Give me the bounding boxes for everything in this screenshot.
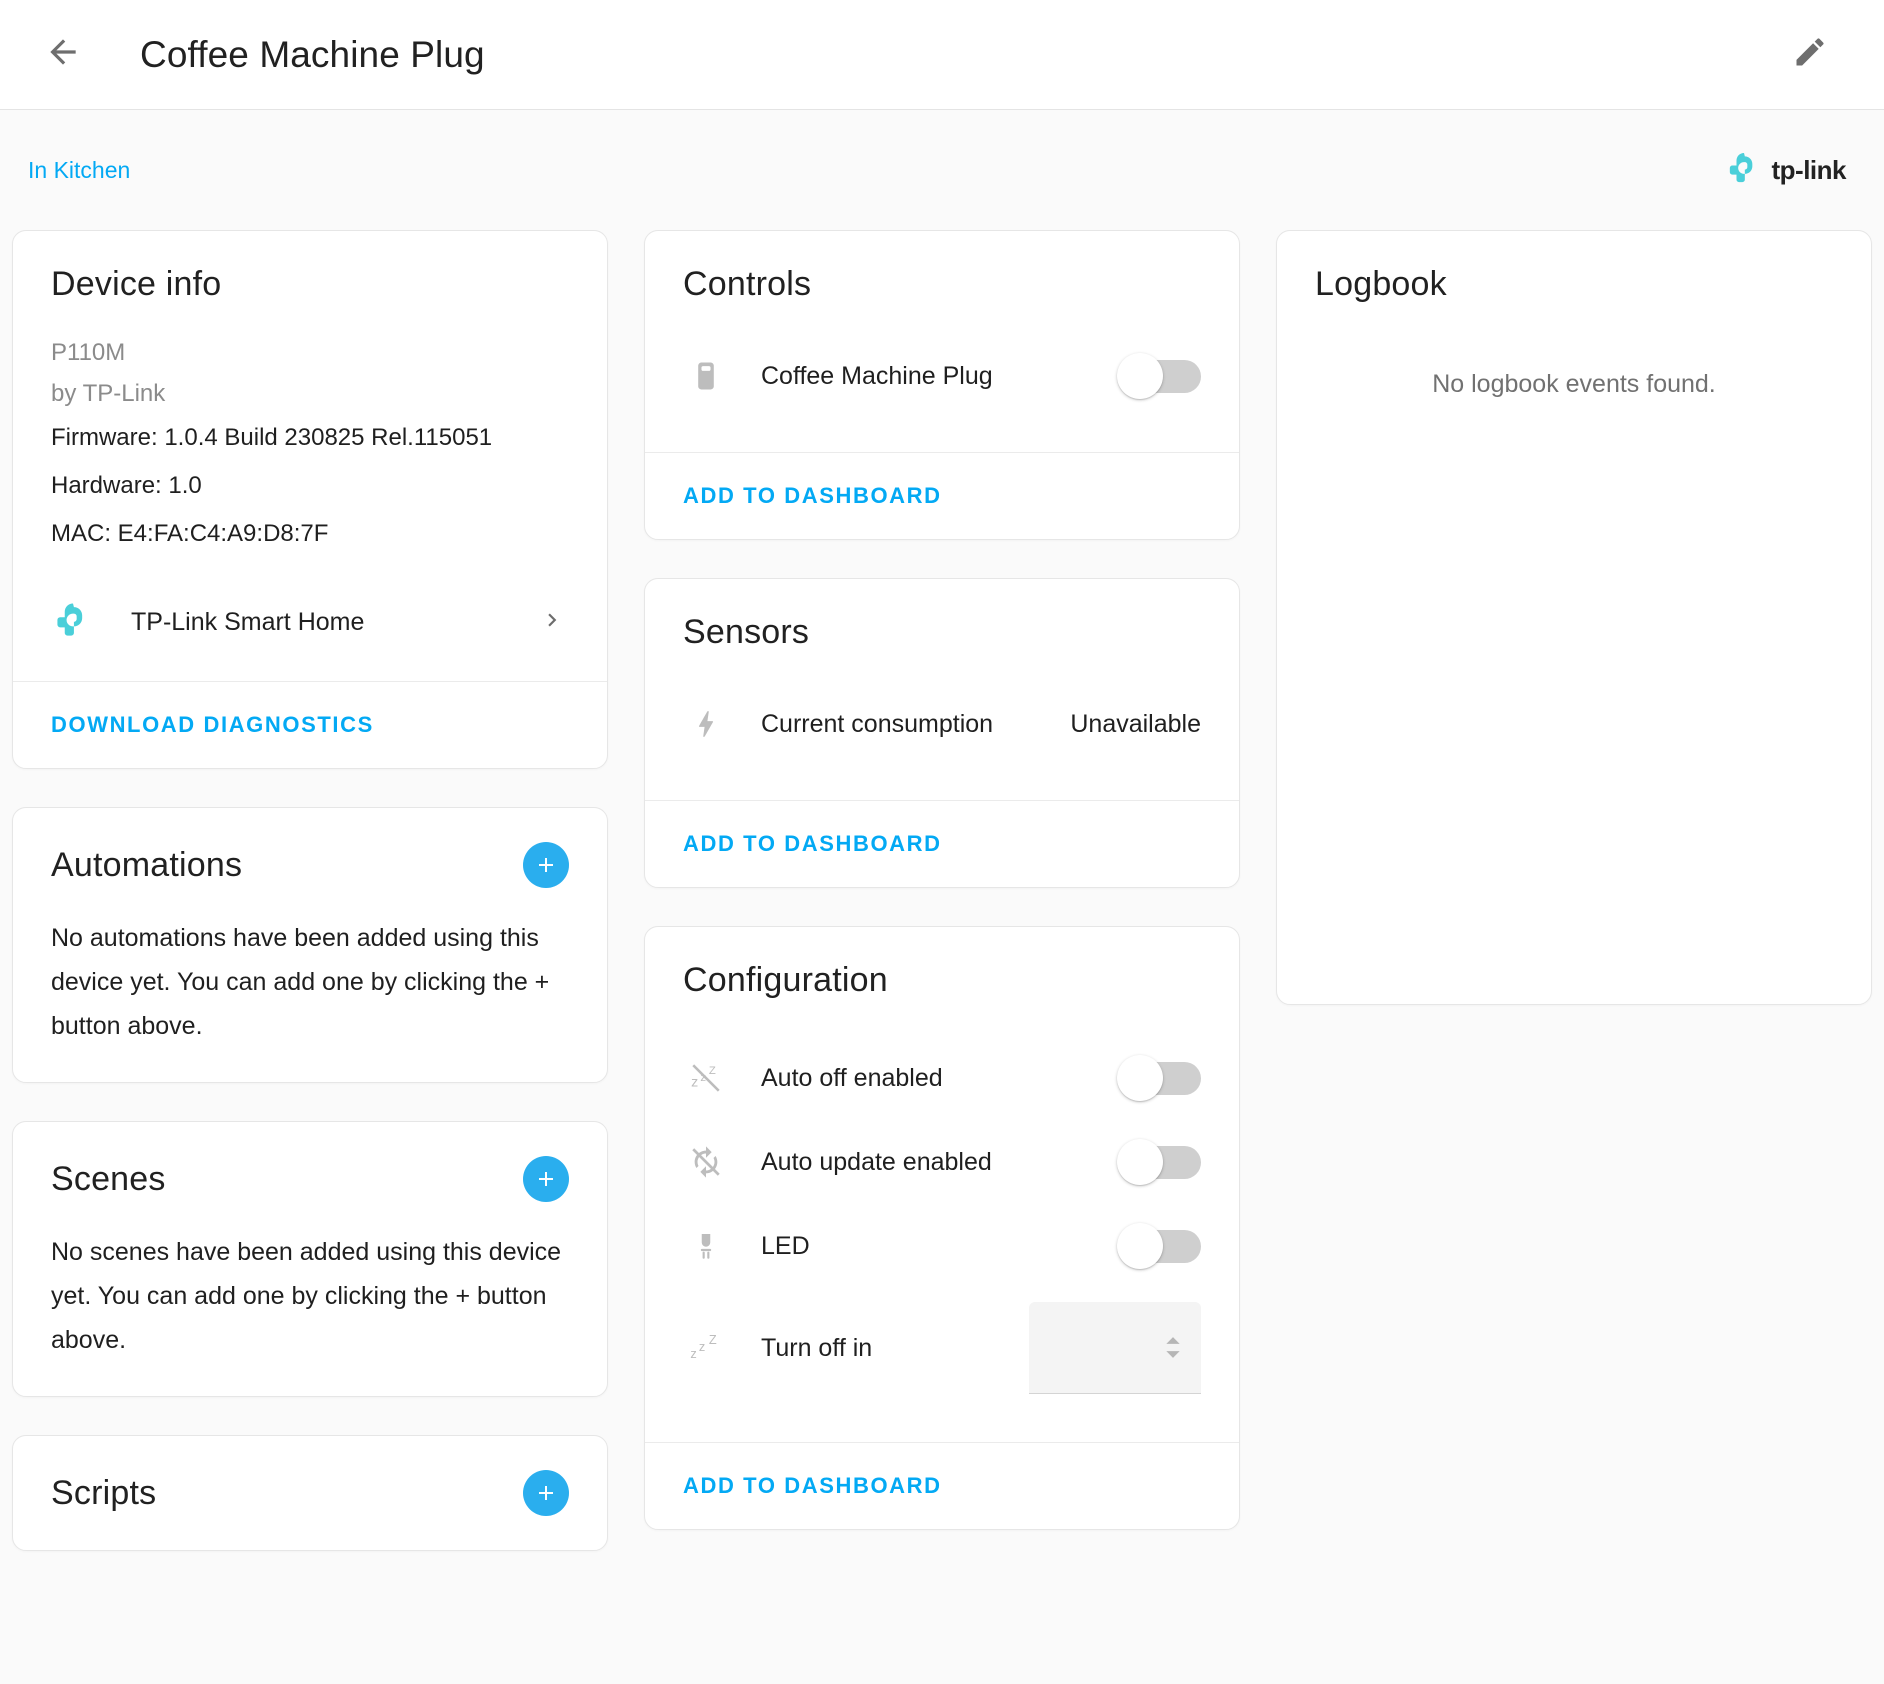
controls-title: Controls <box>683 265 1201 304</box>
sub-header: In Kitchen tp-link <box>0 110 1884 230</box>
device-mac: MAC: E4:FA:C4:A9:D8:7F <box>51 510 569 558</box>
sensors-title: Sensors <box>683 613 1201 652</box>
column-right: Logbook No logbook events found. <box>1276 230 1872 1005</box>
entity-row[interactable]: Current consumption Unavailable <box>683 682 1201 766</box>
turn-off-in-input[interactable] <box>1029 1302 1201 1394</box>
switch-toggle[interactable] <box>1117 1223 1201 1269</box>
manufacturer-logo: tp-link <box>1724 148 1857 193</box>
svg-text:z: z <box>690 1346 696 1361</box>
switch-toggle[interactable] <box>1117 1139 1201 1185</box>
page-title: Coffee Machine Plug <box>140 34 485 76</box>
entity-name: Current consumption <box>761 710 1052 739</box>
add-automation-button[interactable] <box>523 842 569 888</box>
chevron-right-icon <box>539 607 565 639</box>
scripts-card: Scripts <box>12 1435 608 1551</box>
tp-link-logo-icon <box>51 598 95 647</box>
logbook-card: Logbook No logbook events found. <box>1276 230 1872 1005</box>
spinner-updown-icon[interactable] <box>1163 1335 1183 1360</box>
configuration-card: Configuration z z Z Auto off enable <box>644 926 1240 1530</box>
scripts-title: Scripts <box>51 1474 156 1513</box>
scenes-empty-text: No scenes have been added using this dev… <box>51 1230 569 1362</box>
entity-name: Coffee Machine Plug <box>761 362 1097 391</box>
pencil-icon <box>1792 34 1828 75</box>
integration-link[interactable]: TP-Link Smart Home <box>51 598 569 647</box>
add-configuration-to-dashboard-button[interactable]: ADD TO DASHBOARD <box>683 1473 942 1499</box>
configuration-actions: ADD TO DASHBOARD <box>645 1442 1239 1529</box>
automations-empty-text: No automations have been added using thi… <box>51 916 569 1048</box>
toggle-knob <box>1117 353 1163 399</box>
device-hardware: Hardware: 1.0 <box>51 462 569 510</box>
autorenew-off-icon <box>683 1145 729 1179</box>
column-middle: Controls Coffee Machine Plug <box>644 230 1240 1530</box>
scenes-title: Scenes <box>51 1160 166 1199</box>
add-scene-button[interactable] <box>523 1156 569 1202</box>
entity-row[interactable]: Auto update enabled <box>683 1120 1201 1204</box>
sensors-actions: ADD TO DASHBOARD <box>645 800 1239 887</box>
device-info-title: Device info <box>51 265 569 304</box>
entity-state: Unavailable <box>1070 710 1201 739</box>
column-left: Device info P110M by TP-Link Firmware: 1… <box>12 230 608 1551</box>
logbook-title: Logbook <box>1315 265 1833 304</box>
tp-link-logo-icon <box>1724 148 1764 193</box>
add-sensors-to-dashboard-button[interactable]: ADD TO DASHBOARD <box>683 831 942 857</box>
integration-name: TP-Link Smart Home <box>131 608 539 637</box>
sleep-icon: z z Z <box>683 1331 729 1365</box>
entity-row[interactable]: LED <box>683 1204 1201 1288</box>
svg-text:Z: Z <box>709 1332 717 1347</box>
scenes-card: Scenes No scenes have been added using t… <box>12 1121 608 1397</box>
toggle-knob <box>1117 1139 1163 1185</box>
download-diagnostics-button[interactable]: DOWNLOAD DIAGNOSTICS <box>51 712 374 738</box>
content-columns: Device info P110M by TP-Link Firmware: 1… <box>0 230 1884 1551</box>
toggle-knob <box>1117 1223 1163 1269</box>
logbook-empty-text: No logbook events found. <box>1432 370 1716 1004</box>
entity-name: Auto update enabled <box>761 1148 1097 1177</box>
sleep-off-icon: z z Z <box>683 1061 729 1095</box>
device-info-actions: DOWNLOAD DIAGNOSTICS <box>13 681 607 768</box>
app-bar: Coffee Machine Plug <box>0 0 1884 110</box>
entity-row[interactable]: z z Z Auto off enabled <box>683 1036 1201 1120</box>
edit-device-button[interactable] <box>1782 27 1838 83</box>
entity-row[interactable]: Coffee Machine Plug <box>683 334 1201 418</box>
lightning-bolt-icon <box>683 707 729 741</box>
svg-text:z: z <box>691 1075 698 1091</box>
add-controls-to-dashboard-button[interactable]: ADD TO DASHBOARD <box>683 483 942 509</box>
switch-toggle[interactable] <box>1117 1055 1201 1101</box>
entity-row[interactable]: z z Z Turn off in <box>683 1288 1201 1408</box>
controls-card: Controls Coffee Machine Plug <box>644 230 1240 540</box>
add-script-button[interactable] <box>523 1470 569 1516</box>
back-button[interactable] <box>34 26 92 84</box>
entity-name: LED <box>761 1232 1097 1261</box>
device-manufacturer: by TP-Link <box>51 373 569 414</box>
power-socket-icon <box>683 359 729 393</box>
svg-text:Z: Z <box>709 1065 716 1077</box>
entity-name: Turn off in <box>761 1334 1009 1363</box>
device-info-card: Device info P110M by TP-Link Firmware: 1… <box>12 230 608 769</box>
entity-name: Auto off enabled <box>761 1064 1097 1093</box>
sensors-card: Sensors Current consumption Unavailable … <box>644 578 1240 888</box>
area-link[interactable]: In Kitchen <box>28 157 130 184</box>
automations-title: Automations <box>51 846 242 885</box>
automations-card: Automations No automations have been add… <box>12 807 608 1083</box>
toggle-knob <box>1117 1055 1163 1101</box>
configuration-title: Configuration <box>683 961 1201 1000</box>
logbook-body: No logbook events found. <box>1277 304 1871 1004</box>
svg-text:z: z <box>699 1339 705 1354</box>
device-model: P110M <box>51 332 569 373</box>
arrow-left-icon <box>44 33 82 76</box>
led-icon <box>683 1229 729 1263</box>
controls-actions: ADD TO DASHBOARD <box>645 452 1239 539</box>
switch-toggle[interactable] <box>1117 353 1201 399</box>
device-firmware: Firmware: 1.0.4 Build 230825 Rel.115051 <box>51 414 569 462</box>
brand-wordmark: tp-link <box>1772 155 1847 186</box>
